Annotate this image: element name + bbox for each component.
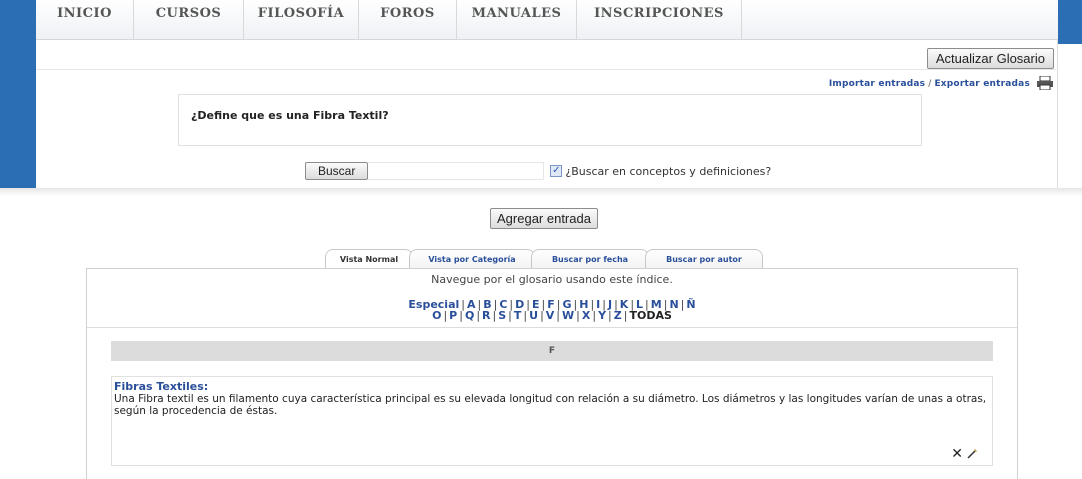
tab-search-by-date[interactable]: Buscar por fecha	[531, 249, 649, 269]
nav-item-cursos[interactable]: CURSOS	[134, 0, 244, 40]
frame-shadow	[0, 188, 1082, 196]
page: INICIO CURSOS FILOSOFÍA FOROS MANUALES I…	[0, 0, 1082, 479]
import-export-links: Importar entradas / Exportar entradas	[829, 79, 1030, 89]
alphabet-separator: |	[492, 309, 497, 322]
alphabet-link-r2-6[interactable]: U	[529, 309, 538, 322]
divider	[87, 327, 1017, 328]
alphabet-separator: |	[443, 309, 448, 322]
browse-note: Navegue por el glosario usando este índi…	[431, 273, 673, 286]
alphabet-link-r2-8[interactable]: W	[562, 309, 574, 322]
tab-normal-view[interactable]: Vista Normal	[325, 249, 413, 269]
export-entries-link[interactable]: Exportar entradas	[934, 79, 1030, 89]
glossary-entry: Fibras Textiles: Una Fibra textil es un …	[111, 376, 993, 466]
alphabet-link-r2-2[interactable]: Q	[465, 309, 474, 322]
alphabet-link-r2-10[interactable]: Y	[598, 309, 606, 322]
alphabet-row-2: O | P | Q | R | S | T | U | V | W | X | Y | Z | TODAS	[87, 310, 1017, 321]
entry-actions: ✕	[951, 447, 978, 461]
alphabet-separator: |	[556, 309, 561, 322]
nav-item-inscripciones[interactable]: INSCRIPCIONES	[577, 0, 742, 40]
view-tabs: Vista Normal Vista por Categoría Buscar …	[325, 249, 763, 269]
alphabet-link-r2-0[interactable]: O	[432, 309, 441, 322]
tab-category-view[interactable]: Vista por Categoría	[409, 249, 535, 269]
alphabet-separator: |	[623, 309, 628, 322]
current-letter-header: F	[111, 341, 993, 361]
alphabet-separator: |	[508, 309, 512, 322]
alphabet-link-r2-4[interactable]: S	[498, 309, 506, 322]
nav-item-inicio[interactable]: INICIO	[36, 0, 134, 40]
alphabet-separator: |	[680, 298, 685, 311]
alphabet-link-r1-15[interactable]: Ñ	[686, 298, 695, 311]
printer-icon[interactable]	[1036, 76, 1054, 90]
add-entry-button[interactable]: Agregar entrada	[490, 208, 598, 229]
alphabet-separator: |	[608, 309, 612, 322]
glossary-description-box: ¿Define que es una Fibra Textil?	[178, 94, 922, 146]
search-row: Buscar ✓ ¿Buscar en conceptos y definici…	[305, 162, 771, 180]
nav-item-foros[interactable]: FOROS	[359, 0, 457, 40]
alphabet-separator: |	[476, 309, 481, 322]
nav-item-filosofia[interactable]: FILOSOFÍA	[244, 0, 359, 40]
alphabet-link-r2-9[interactable]: X	[582, 309, 590, 322]
alphabet-link-r2-1[interactable]: P	[449, 309, 457, 322]
alphabet-separator: |	[576, 309, 580, 322]
import-entries-link[interactable]: Importar entradas	[829, 79, 925, 89]
glossary-question: ¿Define que es una Fibra Textil?	[191, 109, 389, 122]
entry-title: Fibras Textiles:	[114, 380, 209, 393]
search-definitions-label: ¿Buscar en conceptos y definiciones?	[565, 164, 772, 178]
alphabet-index: Especial | A | B | C | D | E | F | G | H | I | J | K | L | M | N | Ñ O…	[87, 299, 1017, 321]
search-button[interactable]: Buscar	[305, 162, 369, 180]
alphabet-separator: |	[459, 309, 463, 322]
alphabet-separator: |	[592, 309, 597, 322]
delete-icon[interactable]: ✕	[951, 447, 963, 461]
search-definitions-checkbox[interactable]: ✓	[550, 165, 563, 177]
alphabet-separator: |	[540, 309, 544, 322]
alphabet-link-r2-7[interactable]: V	[546, 309, 555, 322]
left-blue-strip	[0, 0, 36, 188]
tab-search-by-author[interactable]: Buscar por autor	[645, 249, 763, 269]
glossary-content: Navegue por el glosario usando este índi…	[86, 268, 1018, 479]
nav-item-manuales[interactable]: MANUALES	[457, 0, 577, 40]
alphabet-link-r2-3[interactable]: R	[482, 309, 490, 322]
search-input[interactable]	[368, 162, 545, 180]
toolbar-row	[36, 40, 1058, 70]
right-blue-strip	[1058, 0, 1082, 44]
alphabet-link-r2-5[interactable]: T	[514, 309, 522, 322]
top-nav: INICIO CURSOS FILOSOFÍA FOROS MANUALES I…	[36, 0, 1058, 40]
entry-body: Una Fibra textil es un filamento cuya ca…	[114, 393, 987, 417]
edit-icon[interactable]	[966, 448, 978, 460]
alphabet-link-r2-11[interactable]: Z	[614, 309, 622, 322]
alphabet-separator: |	[523, 309, 528, 322]
alphabet-link-all[interactable]: TODAS	[629, 309, 671, 322]
update-glossary-button[interactable]: Actualizar Glosario	[926, 48, 1054, 69]
link-separator: /	[928, 79, 932, 89]
